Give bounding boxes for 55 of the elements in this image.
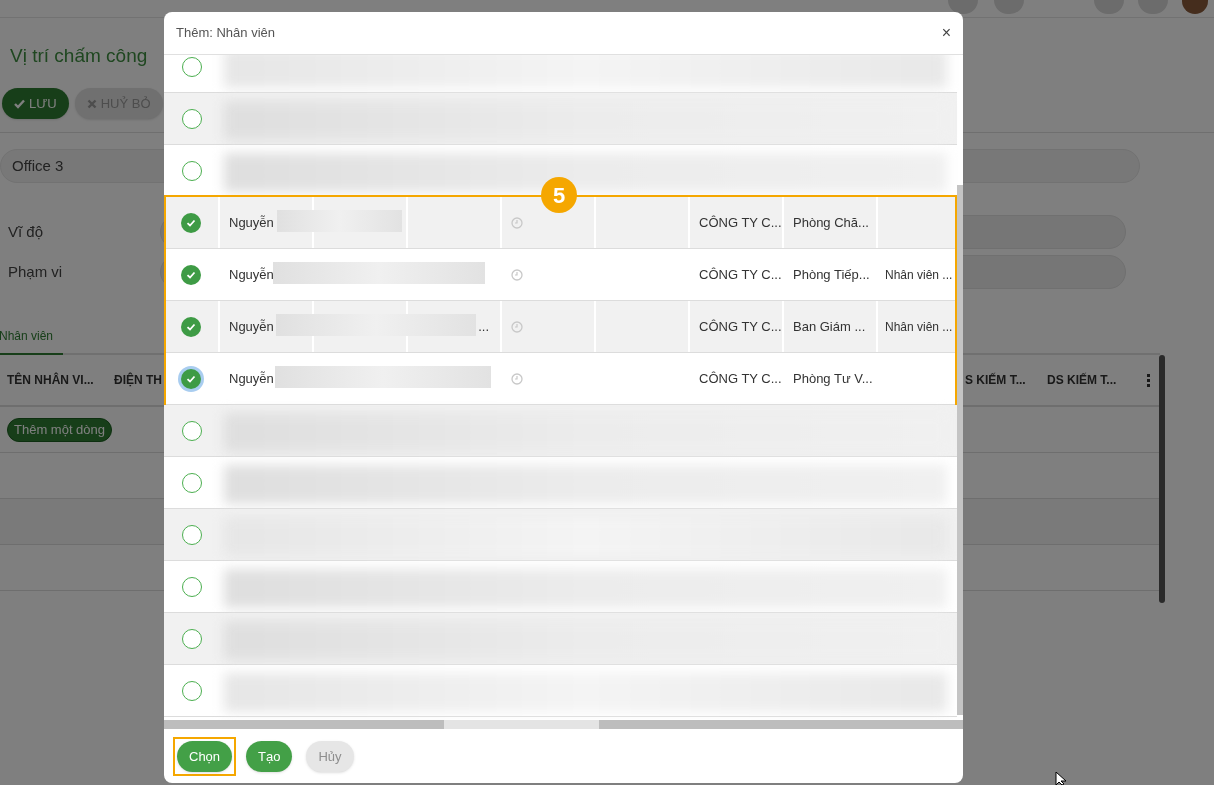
department-text: Phòng Tiếp... [793, 265, 870, 284]
column-header[interactable]: S KIẾM T... [965, 371, 1047, 389]
name-text: Nguyễn [229, 317, 274, 336]
company-text: CÔNG TY C... [699, 265, 782, 284]
more-icon[interactable] [1147, 373, 1150, 387]
name-text: Nguyễn [229, 369, 274, 388]
column-header[interactable]: TÊN NHÂN VI... [0, 371, 106, 389]
checkbox[interactable] [182, 160, 202, 181]
checkbox[interactable] [181, 316, 201, 337]
add-row-button[interactable]: Thêm một dòng [7, 417, 113, 442]
dialog-title: Thêm: Nhân viên [176, 24, 275, 43]
company-text: CÔNG TY C... [699, 213, 782, 232]
check-icon [186, 217, 196, 228]
checkbox[interactable] [182, 524, 202, 545]
department-text: Phòng Chă... [793, 213, 869, 232]
create-button[interactable]: Tạo [246, 741, 293, 772]
horizontal-scrollbar[interactable] [164, 720, 963, 729]
department-text: Phòng Tư V... [793, 369, 873, 388]
tab[interactable]: Nhân viên [0, 327, 64, 355]
page-title: Vị trí chấm công [10, 45, 148, 66]
close-button[interactable]: × [941, 25, 951, 41]
avatar-icon[interactable] [1182, 0, 1208, 14]
clock-icon [511, 372, 523, 385]
truncated-text: ... [478, 317, 489, 336]
name-text: Nguyễn [229, 265, 274, 284]
field-label: Phạm vi [8, 261, 64, 282]
checkbox[interactable] [181, 212, 201, 233]
scrollbar[interactable] [957, 185, 963, 715]
clock-icon [511, 320, 523, 333]
checkbox[interactable] [182, 576, 202, 597]
checkbox[interactable] [182, 420, 202, 441]
field-label: Vĩ độ [8, 221, 45, 242]
column-header[interactable]: DS KIẾM T... [1047, 371, 1143, 389]
checkbox[interactable] [182, 628, 202, 649]
position-text: Nhân viên ... [885, 266, 953, 284]
department-text: Ban Giám ... [793, 317, 866, 336]
check-icon [186, 269, 196, 280]
name-text: Nguyễn [229, 213, 274, 232]
checkbox[interactable] [182, 472, 202, 493]
check-icon [14, 98, 25, 109]
clock-icon [511, 268, 523, 281]
close-icon [86, 98, 97, 109]
clock-icon [511, 216, 523, 229]
check-icon [186, 373, 196, 384]
company-text: CÔNG TY C... [699, 317, 782, 336]
column-header[interactable]: ĐIỆN TH [106, 371, 166, 389]
save-button[interactable]: LƯU [2, 88, 69, 119]
position-text: Nhân viên ... [885, 318, 953, 336]
checkbox[interactable] [182, 680, 202, 701]
select-button[interactable]: Chọn [177, 741, 233, 772]
check-icon [186, 321, 196, 332]
checkbox[interactable] [181, 264, 201, 285]
company-text: CÔNG TY C... [699, 369, 782, 388]
checkbox[interactable] [182, 108, 202, 129]
checkbox[interactable] [182, 56, 202, 77]
